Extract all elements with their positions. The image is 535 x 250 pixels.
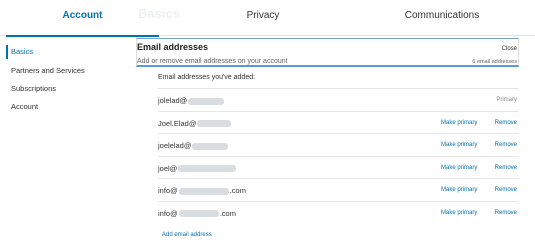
sidebar-item-partners-and-services[interactable]: Partners and Services [0, 62, 132, 80]
email-address: Joel.Elad@ [158, 119, 232, 128]
redacted-domain [178, 165, 237, 173]
make-primary-button[interactable]: Make primary [441, 210, 477, 216]
email-row: jolelad@ Primary [158, 88, 519, 111]
tab-communications[interactable]: Communications [360, 0, 524, 36]
email-address: info@ .com [158, 208, 236, 218]
email-row: joelelad@ Make primary Remove [158, 133, 519, 156]
sidebar: Basics Partners and Services Subscriptio… [0, 36, 132, 250]
tab-privacy[interactable]: Privacy [180, 0, 346, 36]
remove-button[interactable]: Remove [495, 210, 517, 216]
top-tabs: Account Privacy Communications [0, 0, 535, 37]
email-count: 6 email addresses [472, 59, 517, 65]
sidebar-item-subscriptions[interactable]: Subscriptions [0, 80, 132, 98]
email-row: joel@ Make primary Remove [158, 155, 519, 179]
close-button[interactable]: Close [502, 46, 517, 52]
redacted-domain [197, 120, 232, 128]
background-heading: Basics [138, 6, 180, 21]
make-primary-button[interactable]: Make primary [441, 165, 477, 171]
email-panel-header: Email addresses Add or remove email addr… [136, 38, 519, 67]
redacted-domain [178, 210, 219, 218]
tab-account[interactable]: Account [6, 0, 159, 37]
main-content: Basics Email addresses Add or remove ema… [136, 6, 519, 250]
email-address: jolelad@ [158, 96, 225, 105]
email-row: info@ .com Make primary Remove [158, 178, 519, 201]
panel-subtitle: Add or remove email addresses on your ac… [137, 58, 288, 65]
make-primary-button[interactable]: Make primary [441, 187, 477, 193]
panel-title: Email addresses [137, 42, 209, 52]
remove-button[interactable]: Remove [495, 142, 517, 148]
email-address: joel@ [158, 164, 237, 173]
remove-button[interactable]: Remove [495, 120, 517, 126]
add-email-address-link[interactable]: Add email address [162, 232, 212, 238]
make-primary-button[interactable]: Make primary [441, 120, 477, 126]
make-primary-button[interactable]: Make primary [441, 142, 477, 148]
email-address: joelelad@ [158, 141, 229, 150]
sidebar-item-basics[interactable]: Basics [0, 43, 132, 61]
redacted-domain [188, 97, 225, 105]
primary-badge: Primary [496, 97, 517, 103]
email-row: Joel.Elad@ Make primary Remove [158, 110, 519, 134]
redacted-domain [178, 187, 229, 195]
redacted-domain [192, 142, 229, 150]
email-row: info@ .com Make primary Remove [158, 200, 519, 224]
remove-button[interactable]: Remove [495, 187, 517, 193]
emails-added-label: Email addresses you've added: [158, 74, 256, 81]
sidebar-item-account[interactable]: Account [0, 98, 132, 116]
email-address: info@ .com [158, 186, 246, 195]
remove-button[interactable]: Remove [495, 165, 517, 171]
